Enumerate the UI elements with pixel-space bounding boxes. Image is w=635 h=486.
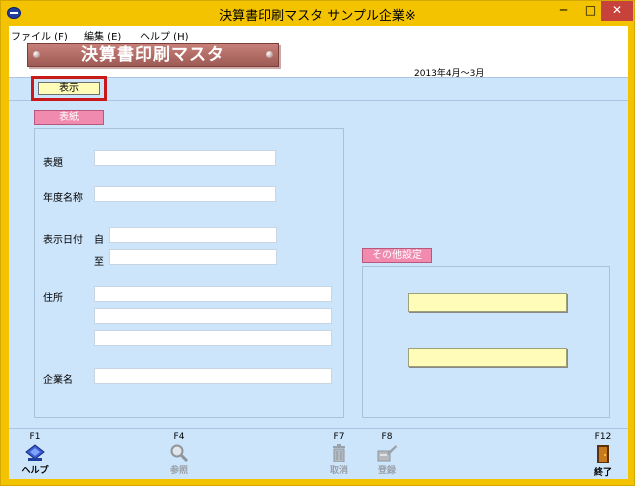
company-input[interactable] (94, 368, 332, 384)
tab-cover[interactable]: 表紙 (34, 110, 104, 125)
f7-cancel-label: 取消 (329, 466, 348, 476)
address-label: 住所 (43, 293, 63, 304)
trash-icon (333, 444, 345, 462)
f1-help-label: ヘルプ (21, 466, 49, 476)
app-window: 決算書印刷マスタ サンプル企業※ ─ □ ✕ ファイル (F) 編集 (E) ヘ… (0, 0, 635, 486)
to-date-input[interactable] (109, 249, 277, 265)
f8-register-label: 登録 (377, 466, 396, 476)
display-button[interactable]: 表示 (38, 82, 100, 95)
magnifier-icon (170, 444, 189, 462)
f4-key-label: F4 (173, 432, 185, 442)
company-label: 企業名 (43, 375, 73, 386)
display-date-label: 表示日付 (43, 235, 83, 246)
banner-rivet-left (33, 51, 40, 58)
other-setting-button-2[interactable] (408, 348, 567, 367)
other-settings-group (362, 266, 610, 418)
menu-bar: ファイル (F) 編集 (E) ヘルプ (H) (9, 26, 628, 43)
close-button[interactable]: ✕ (601, 1, 633, 21)
f4-reference-label: 参照 (169, 466, 188, 476)
page-title-banner: 決算書印刷マスタ (27, 43, 279, 67)
client-area: ファイル (F) 編集 (E) ヘルプ (H) 決算書印刷マスタ 2013年4月… (9, 26, 628, 479)
f7-cancel-button[interactable]: F7 取消 (319, 432, 359, 476)
fiscal-name-label: 年度名称 (43, 193, 83, 204)
f1-key-label: F1 (29, 432, 41, 442)
exit-door-icon (597, 445, 609, 463)
f7-key-label: F7 (333, 432, 345, 442)
to-label: 至 (94, 257, 104, 268)
address-line3-input[interactable] (94, 330, 332, 346)
f1-help-button[interactable]: F1 ヘルプ (15, 432, 55, 476)
address-line2-input[interactable] (94, 308, 332, 324)
f8-register-button[interactable]: F8 登録 (367, 432, 407, 476)
banner-rivet-right (266, 51, 273, 58)
title-input[interactable] (94, 150, 276, 166)
f4-reference-button[interactable]: F4 参照 (159, 432, 199, 476)
f12-exit-button[interactable]: F12 終了 (583, 432, 623, 478)
display-button-focus: 表示 (31, 76, 107, 101)
header-band: 決算書印刷マスタ 2013年4月～3月 (9, 41, 628, 79)
f12-exit-label: 終了 (593, 468, 612, 478)
other-setting-button-1[interactable] (408, 293, 567, 312)
title-label: 表題 (43, 158, 63, 169)
title-bar: 決算書印刷マスタ サンプル企業※ ─ □ ✕ (1, 1, 634, 26)
address-line1-input[interactable] (94, 286, 332, 302)
from-label: 自 (94, 235, 104, 246)
function-key-bar: F1 ヘルプ F4 参照 F7 取消 F8 登録 F12 終了 (9, 428, 628, 479)
window-title: 決算書印刷マスタ サンプル企業※ (219, 9, 416, 24)
f8-key-label: F8 (381, 432, 393, 442)
maximize-button[interactable]: □ (577, 1, 604, 21)
from-date-input[interactable] (109, 227, 277, 243)
f12-key-label: F12 (594, 432, 612, 442)
minimize-button[interactable]: ─ (550, 1, 577, 21)
register-icon (377, 445, 397, 462)
tab-other-settings[interactable]: その他設定 (362, 248, 432, 263)
cover-group: 表題 年度名称 表示日付 自 至 住所 企業名 (34, 128, 344, 418)
fiscal-name-input[interactable] (94, 186, 276, 202)
help-book-icon (25, 444, 45, 461)
page-title: 決算書印刷マスタ (81, 45, 225, 65)
